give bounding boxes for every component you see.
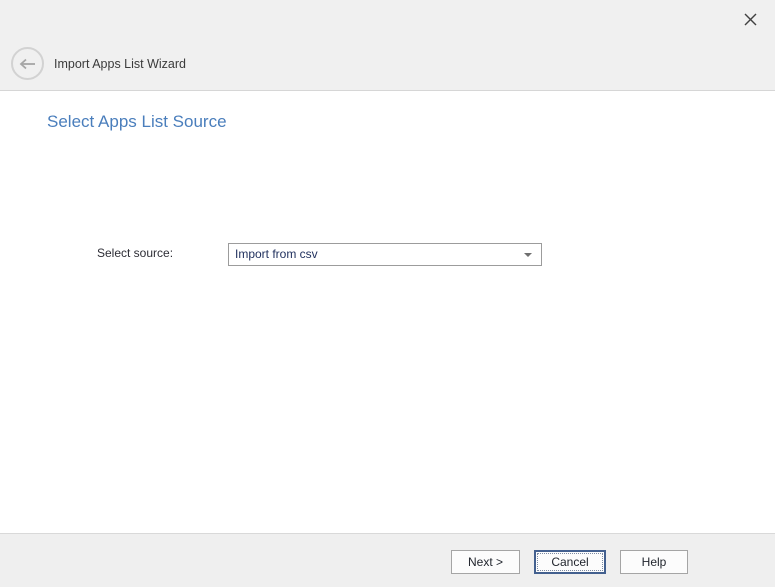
- source-combobox[interactable]: Import from csv: [228, 243, 542, 266]
- help-button[interactable]: Help: [620, 550, 688, 574]
- import-apps-list-wizard-window: Import Apps List Wizard Select Apps List…: [0, 0, 775, 587]
- chevron-down-icon: [524, 253, 532, 257]
- select-source-label: Select source:: [97, 246, 173, 260]
- page-heading: Select Apps List Source: [47, 112, 227, 132]
- wizard-header: Import Apps List Wizard: [0, 0, 775, 91]
- source-combobox-value: Import from csv: [235, 244, 318, 265]
- close-icon: [743, 12, 758, 27]
- close-button[interactable]: [737, 6, 763, 32]
- wizard-footer: Next > Cancel Help: [0, 533, 775, 587]
- arrow-left-icon: [19, 58, 36, 70]
- wizard-title: Import Apps List Wizard: [54, 47, 186, 80]
- cancel-button[interactable]: Cancel: [534, 550, 606, 574]
- next-button[interactable]: Next >: [451, 550, 520, 574]
- wizard-content: Select Apps List Source Select source: I…: [0, 92, 775, 533]
- back-button[interactable]: [11, 47, 44, 80]
